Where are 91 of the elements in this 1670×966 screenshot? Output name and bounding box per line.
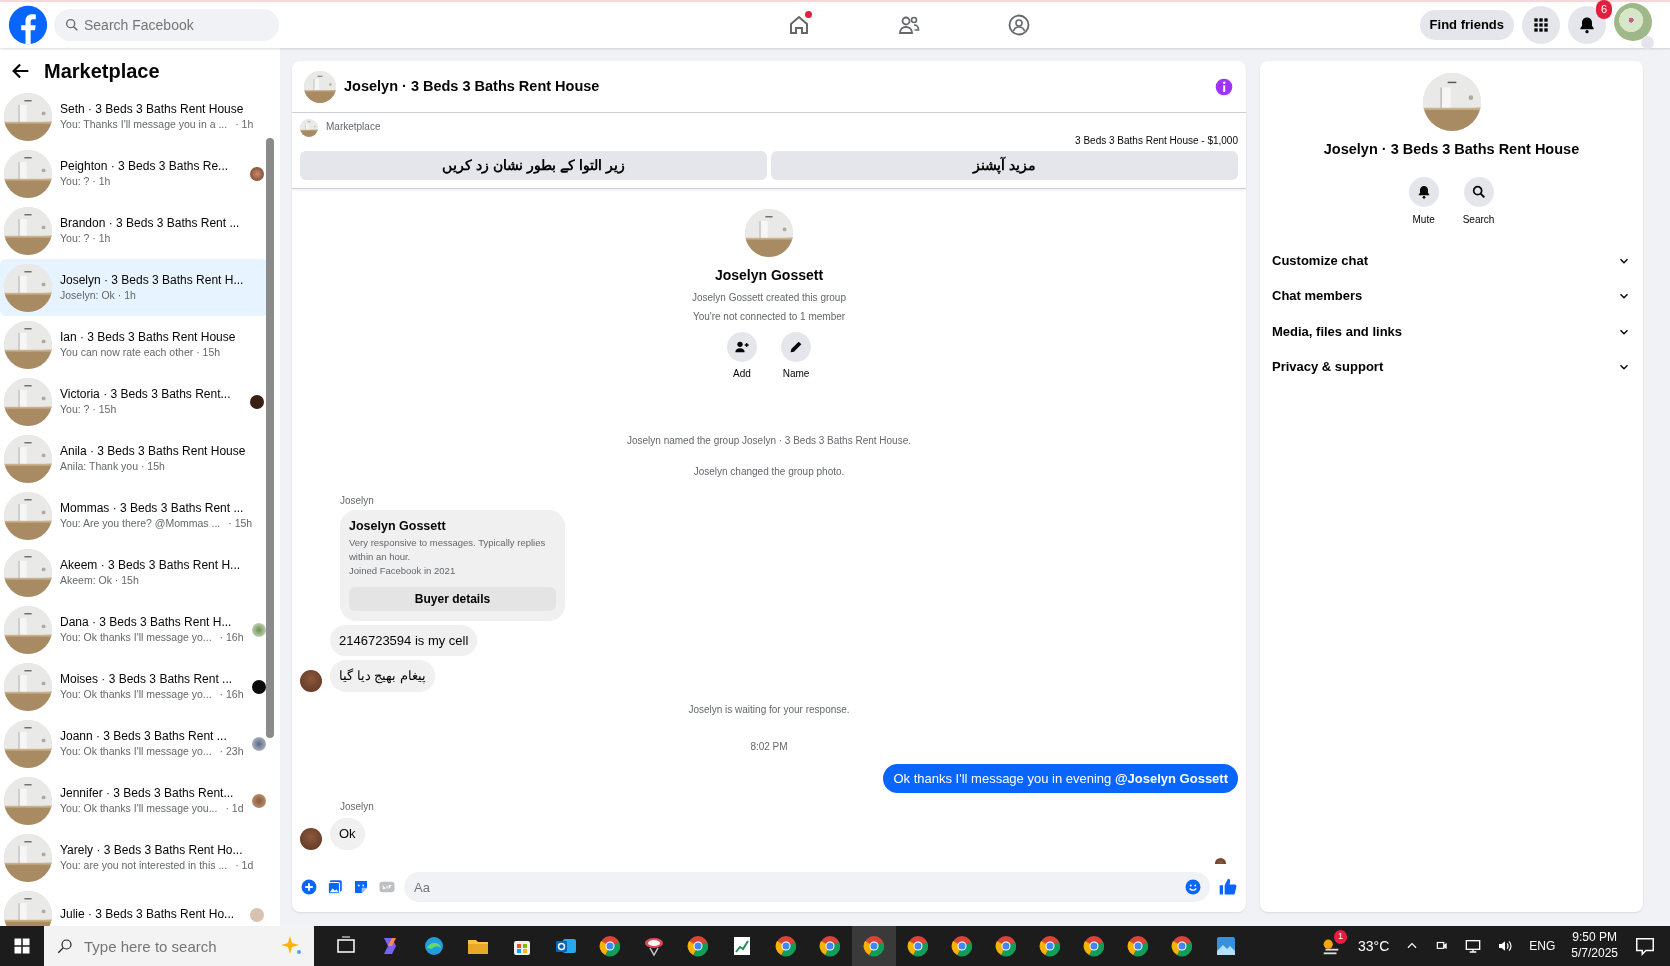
chat-title: Joselyn · 3 Beds 3 Baths Rent House — [344, 77, 601, 96]
message-preview: You: ? · 1h — [60, 230, 111, 246]
conversation-item[interactable]: Akeem · 3 Beds 3 Baths Rent H... Akeem: Ok · 15h — [0, 544, 268, 601]
conversation-title: Moises · 3 Beds 3 Baths Rent ... — [60, 670, 234, 687]
section-header[interactable]: Media, files and links — [1272, 313, 1631, 350]
listing-title: 3 Beds 3 Baths Rent House - $1,000 — [1074, 134, 1238, 148]
message-preview: You: ? · 1h — [60, 173, 111, 189]
card-text: Very responsive to messages. Typically replies within an hour. — [349, 535, 547, 564]
intro-text: Joselyn Gossett created this group — [692, 291, 846, 305]
sender-name: Joselyn — [340, 494, 375, 508]
clock[interactable]: 9:50 PM 5/7/2025 — [1571, 930, 1618, 962]
conversation-title: Anila · 3 Beds 3 Baths Rent House — [60, 442, 247, 459]
system-message: Joselyn changed the group photo. — [692, 465, 846, 479]
temperature: 33°C — [1358, 936, 1390, 956]
message-bubble: 2146723594 is my cell — [330, 624, 478, 656]
profile-name: Joselyn Gossett — [714, 266, 824, 285]
message-preview: Joselyn: Ok · 1h — [60, 287, 136, 303]
message-time: · 16h — [219, 629, 244, 645]
message-preview: Anila: Thank you · 15h — [60, 458, 165, 474]
action-button[interactable]: زیر التوا کے بطور نشان زد کریں — [300, 151, 767, 180]
conversation-item[interactable]: Peighton · 3 Beds 3 Baths Re... You: ? · 1h — [0, 145, 268, 202]
action-button[interactable]: مزید آپشنز — [771, 151, 1238, 180]
intro-text: You're not connected to 1 member — [692, 310, 846, 324]
conversation-title: Brandon · 3 Beds 3 Baths Rent ... — [60, 214, 241, 231]
conversation-item[interactable]: Seth · 3 Beds 3 Baths Rent House You: Thanks I'll message you in a ... · 1h — [0, 88, 268, 145]
button-label: Mute — [1412, 212, 1435, 227]
conversation-item[interactable]: Victoria · 3 Beds 3 Baths Rent... You: ? · 15h — [0, 373, 268, 430]
conversation-item[interactable]: Dana · 3 Beds 3 Baths Rent H... You: Ok thanks I'll message yo... · 16h — [0, 601, 268, 658]
message-preview: You: Ok thanks I'll message you... — [60, 800, 218, 816]
timestamp: 8:02 PM — [749, 739, 789, 754]
conversation-title: Mommas · 3 Beds 3 Baths Rent ... — [60, 499, 245, 516]
system-message: Joselyn named the group Joselyn · 3 Beds 3 Baths Rent House. — [625, 434, 913, 448]
conversation-title: Akeem · 3 Beds 3 Baths Rent H... — [60, 556, 242, 573]
conversation-item[interactable]: Brandon · 3 Beds 3 Baths Rent ... You: ? · 1h — [0, 202, 268, 259]
message-preview: You: Ok thanks I'll message yo... — [60, 686, 212, 702]
conversation-item[interactable]: Mommas · 3 Beds 3 Baths Rent ... You: Are you there? @Mommas ... · 15h — [0, 487, 268, 544]
source-label: Marketplace — [326, 120, 381, 134]
conversation-title: Dana · 3 Beds 3 Baths Rent H... — [60, 613, 233, 630]
message-preview: You: Thanks I'll message you in a ... — [60, 116, 228, 132]
message-bubble: Ok thanks I'll message you in evening @Joselyn Gossett — [883, 763, 1238, 793]
conversation-item[interactable]: Anila · 3 Beds 3 Baths Rent House Anila: Thank you · 15h — [0, 430, 268, 487]
message-preview: You: ? · 15h — [60, 401, 117, 417]
conversation-title: Yarely · 3 Beds 3 Baths Rent Ho... — [60, 841, 244, 858]
conversation-item[interactable]: Yarely · 3 Beds 3 Baths Rent Ho... You: are you not interested in this ... · 1d — [0, 829, 268, 886]
language-indicator[interactable]: ENG — [1529, 937, 1556, 955]
chat-name: Joselyn · 3 Beds 3 Baths Rent House — [1323, 140, 1580, 159]
buyer-details-button[interactable]: Buyer details — [349, 586, 556, 611]
conversation-title: Julie · 3 Beds 3 Baths Rent Ho... — [60, 906, 236, 923]
conversation-title: Ian · 3 Beds 3 Baths Rent House — [60, 328, 237, 345]
message-time: · 23h — [219, 743, 244, 759]
message-preview: You can now rate each other · 15h — [60, 344, 221, 360]
message-time: · 15h — [228, 515, 253, 531]
message-preview: You: are you not interested in this ... — [60, 857, 228, 873]
message-time: · 16h — [219, 686, 244, 702]
button-label: Add — [733, 367, 751, 381]
message-preview: You: Ok thanks I'll message yo... — [60, 629, 212, 645]
section-header[interactable]: Customize chat — [1272, 242, 1631, 279]
conversation-item[interactable]: Ian · 3 Beds 3 Baths Rent House You can now rate each other · 15h — [0, 316, 268, 373]
system-message: Joselyn is waiting for your response. — [687, 702, 851, 717]
message-bubble: Ok — [330, 818, 365, 850]
card-text: Joined Facebook in 2021 — [349, 564, 457, 579]
find-friends-button[interactable]: Find friends — [1419, 10, 1514, 40]
conversation-item[interactable]: Jennifer · 3 Beds 3 Baths Rent... You: Ok thanks I'll message you... · 1d — [0, 772, 268, 829]
message-preview: You: Are you there? @Mommas ... — [60, 515, 221, 531]
conversation-item[interactable]: Joselyn · 3 Beds 3 Baths Rent H... Joselyn: Ok · 1h — [0, 259, 268, 316]
message-time: · 1d — [235, 857, 254, 873]
taskbar-search-field[interactable]: Type here to search — [44, 926, 314, 966]
message-input[interactable]: Aa — [404, 872, 1210, 902]
message-bubble: پیغام بھیج دیا گیا — [330, 660, 435, 692]
search-field[interactable]: Search Facebook — [54, 9, 279, 41]
conversation-title: Joann · 3 Beds 3 Baths Rent ... — [60, 727, 228, 744]
message-preview: You: Ok thanks I'll message yo... — [60, 743, 212, 759]
conversation-title: Jennifer · 3 Beds 3 Baths Rent... — [60, 784, 235, 801]
button-label: Name — [782, 367, 810, 381]
button-label: Search — [1462, 212, 1495, 227]
message-time: · 1h — [235, 116, 254, 132]
conversation-item[interactable]: Joann · 3 Beds 3 Baths Rent ... You: Ok thanks I'll message yo... · 23h — [0, 715, 268, 772]
notification-badge: 6 — [1595, 0, 1612, 19]
conversation-title: Joselyn · 3 Beds 3 Baths Rent H... — [60, 271, 245, 288]
weather-badge: 1 — [1333, 930, 1347, 944]
conversation-title: Peighton · 3 Beds 3 Baths Re... — [60, 157, 230, 174]
sender-name: Joselyn — [340, 800, 375, 814]
section-header[interactable]: Privacy & support — [1272, 349, 1631, 385]
message-time: · 1d — [225, 800, 244, 816]
section-header[interactable]: Chat members — [1272, 278, 1631, 314]
conversation-title: Seth · 3 Beds 3 Baths Rent House — [60, 100, 245, 117]
card-name: Joselyn Gossett — [349, 518, 447, 535]
conversation-item[interactable]: Moises · 3 Beds 3 Baths Rent ... You: Ok thanks I'll message yo... · 16h — [0, 658, 268, 715]
page-title: Marketplace — [44, 59, 160, 83]
conversation-title: Victoria · 3 Beds 3 Baths Rent... — [60, 385, 232, 402]
message-preview: Akeem: Ok · 15h — [60, 572, 139, 588]
